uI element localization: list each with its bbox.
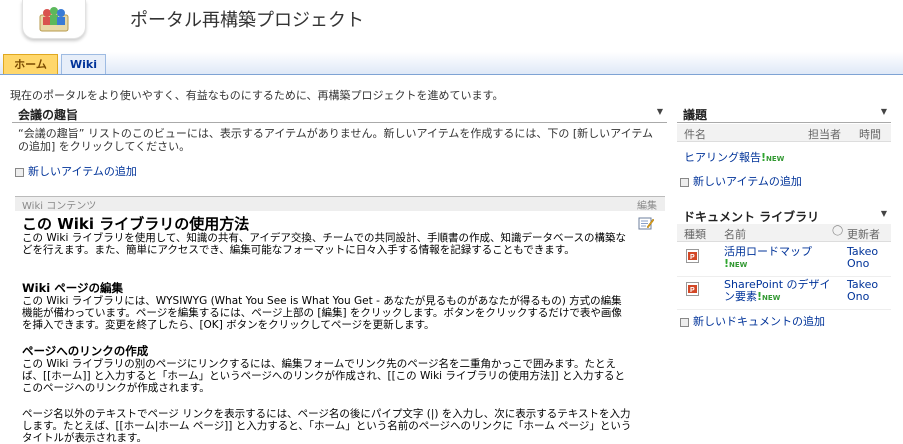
- wiki-subheading-edit: Wiki ページの編集: [22, 281, 123, 295]
- meeting-webpart-title[interactable]: 会議の趣旨: [18, 106, 78, 123]
- docs-webpart-header: ドキュメント ライブラリ ▼: [677, 206, 891, 225]
- site-title: ポータル再構築プロジェクト: [130, 10, 364, 31]
- tab-wiki[interactable]: Wiki: [61, 54, 106, 74]
- list-item[interactable]: ヒアリング報告!NEW: [684, 149, 784, 165]
- top-nav: ホーム Wiki: [0, 52, 903, 75]
- new-badge: NEW: [766, 155, 785, 163]
- document-name[interactable]: SharePoint のデザイン要素!NEW: [724, 279, 834, 304]
- meeting-webpart-header: 会議の趣旨 ▼: [12, 104, 667, 123]
- chevron-down-icon[interactable]: ▼: [881, 209, 887, 218]
- wiki-content-header: [15, 196, 665, 211]
- wiki-heading: この Wiki ライブラリの使用方法: [22, 215, 250, 233]
- docs-column-header: 種類 名前 ◯ 更新者: [677, 224, 891, 242]
- wiki-subheading-link: ページへのリンクの作成: [22, 344, 149, 358]
- column-time[interactable]: 時間: [859, 126, 881, 142]
- docs-webpart-title[interactable]: ドキュメント ライブラリ: [683, 208, 819, 225]
- site-logo[interactable]: [22, 0, 86, 39]
- powerpoint-file-icon: P: [686, 249, 699, 263]
- svg-text:P: P: [690, 287, 695, 294]
- svg-text:P: P: [690, 254, 695, 261]
- add-document-link[interactable]: 新しいドキュメントの追加: [680, 313, 825, 329]
- tab-home[interactable]: ホーム: [3, 54, 58, 74]
- agenda-webpart-title[interactable]: 議題: [683, 106, 707, 123]
- square-bullet-icon: [680, 177, 689, 187]
- chevron-down-icon[interactable]: ▼: [881, 107, 887, 116]
- wiki-paragraph: この Wiki ライブラリの別のページにリンクするには、編集フォームでリンク先の…: [22, 358, 625, 394]
- table-row[interactable]: P SharePoint のデザイン要素!NEW Takeo Ono: [677, 277, 891, 310]
- agenda-item-title[interactable]: ヒアリング報告: [684, 151, 761, 164]
- column-subject[interactable]: 件名: [684, 126, 706, 142]
- powerpoint-file-icon: P: [686, 282, 699, 296]
- add-item-label[interactable]: 新しいアイテムの追加: [693, 175, 802, 188]
- empty-list-message: “会議の趣旨” リストのこのビューには、表示するアイテムがありません。新しいアイ…: [18, 127, 654, 153]
- wiki-paragraph: この Wiki ライブラリには、WYSIWYG (What You See is…: [22, 295, 622, 331]
- modified-by-user[interactable]: Takeo Ono: [847, 279, 887, 303]
- add-item-label[interactable]: 新しいアイテムの追加: [28, 165, 137, 178]
- people-icon: [39, 7, 69, 32]
- document-link[interactable]: 活用ロードマップ: [724, 245, 812, 258]
- add-document-label[interactable]: 新しいドキュメントの追加: [693, 315, 825, 328]
- wiki-edit-label[interactable]: 編集: [637, 197, 657, 212]
- edit-icon[interactable]: [638, 215, 655, 231]
- column-modified-by[interactable]: 更新者: [847, 226, 880, 242]
- wiki-content-label: Wiki コンテンツ: [22, 201, 97, 212]
- new-badge: NEW: [762, 294, 781, 302]
- site-description: 現在のポータルをより使いやすく、有益なものにするために、再構築プロジェクトを進め…: [10, 89, 504, 102]
- table-row[interactable]: P 活用ロードマップ !NEW Takeo Ono: [677, 244, 891, 277]
- site-header: ポータル再構築プロジェクト: [0, 0, 903, 52]
- column-owner[interactable]: 担当者: [808, 126, 841, 142]
- wiki-paragraph: この Wiki ライブラリを使用して、知識の共有、アイデア交換、チームでの共同設…: [22, 232, 627, 256]
- sort-circle-icon[interactable]: ◯: [832, 225, 843, 236]
- agenda-webpart-header: 議題 ▼: [677, 104, 891, 123]
- add-item-link[interactable]: 新しいアイテムの追加: [15, 163, 137, 179]
- square-bullet-icon: [680, 317, 689, 327]
- column-type[interactable]: 種類: [684, 226, 706, 242]
- square-bullet-icon: [15, 167, 24, 177]
- agenda-column-header: 件名 担当者 時間: [677, 124, 891, 142]
- modified-by-user[interactable]: Takeo Ono: [847, 246, 887, 270]
- document-name[interactable]: 活用ロードマップ !NEW: [724, 246, 834, 271]
- add-item-link[interactable]: 新しいアイテムの追加: [680, 173, 802, 189]
- chevron-down-icon[interactable]: ▼: [657, 107, 663, 116]
- column-name[interactable]: 名前: [724, 226, 746, 242]
- wiki-content-body: この Wiki ライブラリの使用方法 この Wiki ライブラリを使用して、知識…: [22, 216, 632, 444]
- new-badge: NEW: [729, 261, 748, 269]
